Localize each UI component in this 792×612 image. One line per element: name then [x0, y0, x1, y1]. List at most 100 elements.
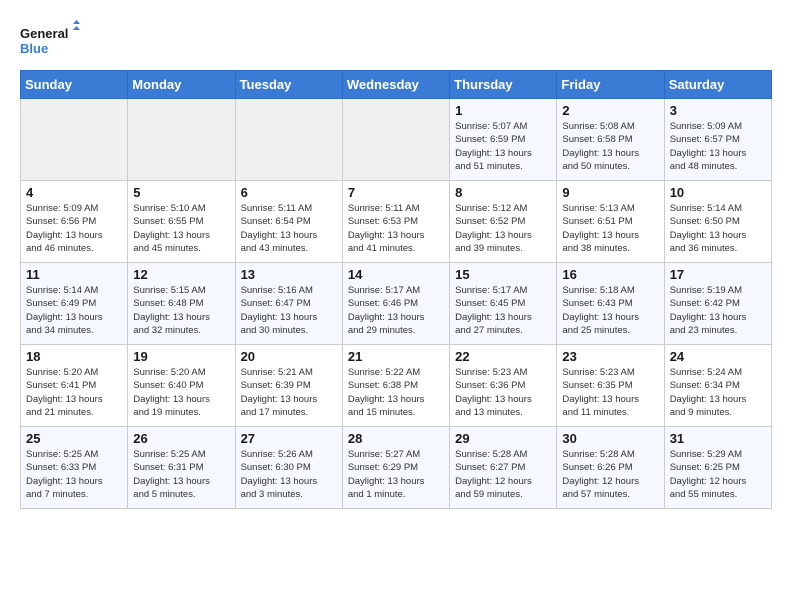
day-info: Sunrise: 5:28 AM Sunset: 6:26 PM Dayligh…	[562, 448, 658, 501]
calendar-day-cell: 23 Sunrise: 5:23 AM Sunset: 6:35 PM Dayli…	[557, 345, 664, 427]
calendar-day-cell: 2 Sunrise: 5:08 AM Sunset: 6:58 PM Daylig…	[557, 99, 664, 181]
calendar-week-row: 1 Sunrise: 5:07 AM Sunset: 6:59 PM Daylig…	[21, 99, 772, 181]
day-number: 15	[455, 267, 551, 282]
calendar-day-cell: 26 Sunrise: 5:25 AM Sunset: 6:31 PM Dayli…	[128, 427, 235, 509]
day-number: 5	[133, 185, 229, 200]
day-number: 19	[133, 349, 229, 364]
calendar-day-cell: 24Sunrise: 5:24 AM Sunset: 6:34 PM Dayli…	[664, 345, 771, 427]
weekday-header: Wednesday	[342, 71, 449, 99]
day-number: 1	[455, 103, 551, 118]
calendar-day-cell: 28 Sunrise: 5:27 AM Sunset: 6:29 PM Dayli…	[342, 427, 449, 509]
day-number: 28	[348, 431, 444, 446]
day-info: Sunrise: 5:17 AM Sunset: 6:46 PM Dayligh…	[348, 284, 444, 337]
calendar-day-cell: 9 Sunrise: 5:13 AM Sunset: 6:51 PM Daylig…	[557, 181, 664, 263]
weekday-header: Monday	[128, 71, 235, 99]
day-number: 14	[348, 267, 444, 282]
calendar-day-cell: 19 Sunrise: 5:20 AM Sunset: 6:40 PM Dayli…	[128, 345, 235, 427]
weekday-header: Friday	[557, 71, 664, 99]
calendar-day-cell	[235, 99, 342, 181]
day-number: 6	[241, 185, 337, 200]
calendar-day-cell: 1 Sunrise: 5:07 AM Sunset: 6:59 PM Daylig…	[450, 99, 557, 181]
day-info: Sunrise: 5:09 AM Sunset: 6:57 PM Dayligh…	[670, 120, 766, 173]
day-number: 23	[562, 349, 658, 364]
day-info: Sunrise: 5:25 AM Sunset: 6:31 PM Dayligh…	[133, 448, 229, 501]
calendar-day-cell: 17Sunrise: 5:19 AM Sunset: 6:42 PM Dayli…	[664, 263, 771, 345]
day-info: Sunrise: 5:15 AM Sunset: 6:48 PM Dayligh…	[133, 284, 229, 337]
calendar-day-cell: 20 Sunrise: 5:21 AM Sunset: 6:39 PM Dayli…	[235, 345, 342, 427]
day-info: Sunrise: 5:20 AM Sunset: 6:40 PM Dayligh…	[133, 366, 229, 419]
calendar-day-cell: 27Sunrise: 5:26 AM Sunset: 6:30 PM Dayli…	[235, 427, 342, 509]
day-info: Sunrise: 5:25 AM Sunset: 6:33 PM Dayligh…	[26, 448, 122, 501]
page-header: General Blue	[20, 20, 772, 60]
day-number: 31	[670, 431, 766, 446]
calendar-day-cell: 22Sunrise: 5:23 AM Sunset: 6:36 PM Dayli…	[450, 345, 557, 427]
day-info: Sunrise: 5:27 AM Sunset: 6:29 PM Dayligh…	[348, 448, 444, 501]
day-number: 11	[26, 267, 122, 282]
calendar-day-cell: 15 Sunrise: 5:17 AM Sunset: 6:45 PM Dayli…	[450, 263, 557, 345]
calendar-week-row: 18 Sunrise: 5:20 AM Sunset: 6:41 PM Dayli…	[21, 345, 772, 427]
day-number: 25	[26, 431, 122, 446]
weekday-header: Sunday	[21, 71, 128, 99]
calendar-day-cell: 4 Sunrise: 5:09 AM Sunset: 6:56 PM Daylig…	[21, 181, 128, 263]
day-info: Sunrise: 5:29 AM Sunset: 6:25 PM Dayligh…	[670, 448, 766, 501]
calendar-day-cell: 10 Sunrise: 5:14 AM Sunset: 6:50 PM Dayli…	[664, 181, 771, 263]
calendar-day-cell: 18 Sunrise: 5:20 AM Sunset: 6:41 PM Dayli…	[21, 345, 128, 427]
day-info: Sunrise: 5:19 AM Sunset: 6:42 PM Dayligh…	[670, 284, 766, 337]
day-info: Sunrise: 5:12 AM Sunset: 6:52 PM Dayligh…	[455, 202, 551, 255]
day-number: 26	[133, 431, 229, 446]
day-number: 7	[348, 185, 444, 200]
day-info: Sunrise: 5:09 AM Sunset: 6:56 PM Dayligh…	[26, 202, 122, 255]
day-number: 24	[670, 349, 766, 364]
day-info: Sunrise: 5:18 AM Sunset: 6:43 PM Dayligh…	[562, 284, 658, 337]
day-info: Sunrise: 5:26 AM Sunset: 6:30 PM Dayligh…	[241, 448, 337, 501]
calendar-day-cell: 25 Sunrise: 5:25 AM Sunset: 6:33 PM Dayli…	[21, 427, 128, 509]
calendar-day-cell: 5 Sunrise: 5:10 AM Sunset: 6:55 PM Daylig…	[128, 181, 235, 263]
day-info: Sunrise: 5:14 AM Sunset: 6:49 PM Dayligh…	[26, 284, 122, 337]
day-number: 9	[562, 185, 658, 200]
svg-text:Blue: Blue	[20, 41, 48, 56]
calendar-week-row: 25 Sunrise: 5:25 AM Sunset: 6:33 PM Dayli…	[21, 427, 772, 509]
calendar-day-cell: 14 Sunrise: 5:17 AM Sunset: 6:46 PM Dayli…	[342, 263, 449, 345]
day-info: Sunrise: 5:07 AM Sunset: 6:59 PM Dayligh…	[455, 120, 551, 173]
calendar-day-cell: 31 Sunrise: 5:29 AM Sunset: 6:25 PM Dayli…	[664, 427, 771, 509]
day-number: 4	[26, 185, 122, 200]
day-number: 21	[348, 349, 444, 364]
calendar-day-cell	[342, 99, 449, 181]
day-number: 18	[26, 349, 122, 364]
weekday-header: Saturday	[664, 71, 771, 99]
day-info: Sunrise: 5:11 AM Sunset: 6:53 PM Dayligh…	[348, 202, 444, 255]
calendar-day-cell: 6 Sunrise: 5:11 AM Sunset: 6:54 PM Daylig…	[235, 181, 342, 263]
calendar-day-cell: 30 Sunrise: 5:28 AM Sunset: 6:26 PM Dayli…	[557, 427, 664, 509]
day-number: 16	[562, 267, 658, 282]
weekday-header: Tuesday	[235, 71, 342, 99]
day-info: Sunrise: 5:17 AM Sunset: 6:45 PM Dayligh…	[455, 284, 551, 337]
day-info: Sunrise: 5:11 AM Sunset: 6:54 PM Dayligh…	[241, 202, 337, 255]
calendar-day-cell: 12 Sunrise: 5:15 AM Sunset: 6:48 PM Dayli…	[128, 263, 235, 345]
day-number: 12	[133, 267, 229, 282]
calendar-header-row: SundayMondayTuesdayWednesdayThursdayFrid…	[21, 71, 772, 99]
day-info: Sunrise: 5:13 AM Sunset: 6:51 PM Dayligh…	[562, 202, 658, 255]
calendar-day-cell: 21Sunrise: 5:22 AM Sunset: 6:38 PM Dayli…	[342, 345, 449, 427]
day-info: Sunrise: 5:20 AM Sunset: 6:41 PM Dayligh…	[26, 366, 122, 419]
calendar-body: 1 Sunrise: 5:07 AM Sunset: 6:59 PM Daylig…	[21, 99, 772, 509]
day-info: Sunrise: 5:16 AM Sunset: 6:47 PM Dayligh…	[241, 284, 337, 337]
day-number: 29	[455, 431, 551, 446]
calendar-week-row: 11 Sunrise: 5:14 AM Sunset: 6:49 PM Dayli…	[21, 263, 772, 345]
svg-text:General: General	[20, 26, 68, 41]
day-number: 22	[455, 349, 551, 364]
calendar-day-cell	[21, 99, 128, 181]
day-number: 2	[562, 103, 658, 118]
day-number: 30	[562, 431, 658, 446]
calendar-day-cell: 7 Sunrise: 5:11 AM Sunset: 6:53 PM Daylig…	[342, 181, 449, 263]
day-info: Sunrise: 5:10 AM Sunset: 6:55 PM Dayligh…	[133, 202, 229, 255]
day-number: 10	[670, 185, 766, 200]
day-info: Sunrise: 5:08 AM Sunset: 6:58 PM Dayligh…	[562, 120, 658, 173]
day-info: Sunrise: 5:23 AM Sunset: 6:35 PM Dayligh…	[562, 366, 658, 419]
calendar-table: SundayMondayTuesdayWednesdayThursdayFrid…	[20, 70, 772, 509]
day-number: 13	[241, 267, 337, 282]
day-number: 20	[241, 349, 337, 364]
day-info: Sunrise: 5:14 AM Sunset: 6:50 PM Dayligh…	[670, 202, 766, 255]
calendar-day-cell: 16 Sunrise: 5:18 AM Sunset: 6:43 PM Dayli…	[557, 263, 664, 345]
calendar-day-cell: 13 Sunrise: 5:16 AM Sunset: 6:47 PM Dayli…	[235, 263, 342, 345]
day-info: Sunrise: 5:21 AM Sunset: 6:39 PM Dayligh…	[241, 366, 337, 419]
